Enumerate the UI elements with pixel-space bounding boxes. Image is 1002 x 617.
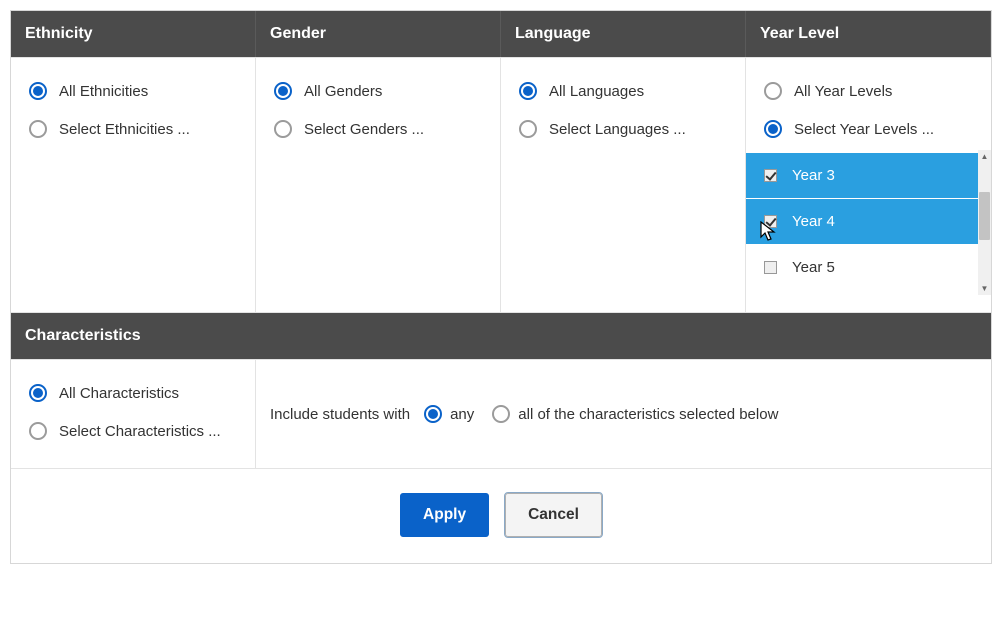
option-label: Year 4 — [792, 213, 835, 230]
language-select-radio[interactable]: Select Languages ... — [511, 112, 735, 146]
option-label: Year 3 — [792, 167, 835, 184]
characteristics-select-radio[interactable]: Select Characteristics ... — [21, 414, 245, 448]
radio-label: Select Genders ... — [304, 121, 424, 138]
characteristics-left: All Characteristics Select Characteristi… — [11, 360, 256, 468]
year-level-list-wrapper: Year 3 Year 4 Year 5 ▲ — [756, 150, 981, 295]
year-level-all-radio[interactable]: All Year Levels — [756, 74, 981, 108]
radio-icon — [29, 82, 47, 100]
ethnicity-header: Ethnicity — [11, 11, 256, 57]
language-body: All Languages Select Languages ... — [501, 57, 746, 312]
radio-label: All Ethnicities — [59, 83, 148, 100]
year-level-header: Year Level — [746, 11, 991, 57]
gender-all-radio[interactable]: All Genders — [266, 74, 490, 108]
radio-icon — [424, 405, 442, 423]
dialog-footer: Apply Cancel — [11, 468, 991, 563]
radio-label: All Languages — [549, 83, 644, 100]
radio-icon — [764, 120, 782, 138]
year-level-scrollbar[interactable]: ▲ ▼ — [978, 150, 991, 295]
radio-label: All Year Levels — [794, 83, 892, 100]
radio-label: any — [450, 406, 474, 423]
characteristics-header: Characteristics — [11, 313, 991, 359]
scroll-up-icon[interactable]: ▲ — [978, 150, 991, 163]
year-level-body: All Year Levels Select Year Levels ... Y… — [746, 57, 991, 312]
radio-icon — [29, 384, 47, 402]
year-level-option[interactable]: Year 3 — [746, 153, 991, 199]
filter-columns: Ethnicity Gender Language Year Level All… — [11, 11, 991, 312]
year-level-list[interactable]: Year 3 Year 4 Year 5 — [746, 150, 991, 295]
filter-dialog: Ethnicity Gender Language Year Level All… — [10, 10, 992, 564]
radio-label: All Characteristics — [59, 385, 179, 402]
checkbox-icon[interactable] — [764, 261, 777, 274]
include-mode-any[interactable]: any — [424, 405, 474, 423]
characteristics-body: All Characteristics Select Characteristi… — [11, 359, 991, 468]
include-label: Include students with — [270, 406, 410, 423]
gender-body: All Genders Select Genders ... — [256, 57, 501, 312]
characteristics-right: Include students with any all of the cha… — [256, 360, 991, 468]
radio-label: Select Ethnicities ... — [59, 121, 190, 138]
radio-label: All Genders — [304, 83, 382, 100]
scroll-thumb[interactable] — [979, 192, 990, 240]
radio-icon — [274, 120, 292, 138]
year-level-select-radio[interactable]: Select Year Levels ... — [756, 112, 981, 146]
radio-icon — [764, 82, 782, 100]
language-header: Language — [501, 11, 746, 57]
checkbox-icon[interactable] — [764, 215, 777, 228]
apply-button[interactable]: Apply — [400, 493, 489, 537]
radio-label: Select Languages ... — [549, 121, 686, 138]
year-level-option[interactable]: Year 5 — [746, 245, 991, 291]
include-mode-all[interactable]: all of the characteristics selected belo… — [492, 405, 778, 423]
scroll-down-icon[interactable]: ▼ — [978, 282, 991, 295]
characteristics-all-radio[interactable]: All Characteristics — [21, 376, 245, 410]
year-level-option[interactable]: Year 4 — [746, 199, 991, 245]
radio-icon — [29, 422, 47, 440]
radio-icon — [519, 82, 537, 100]
option-label: Year 5 — [792, 259, 835, 276]
gender-header: Gender — [256, 11, 501, 57]
gender-select-radio[interactable]: Select Genders ... — [266, 112, 490, 146]
radio-icon — [492, 405, 510, 423]
radio-label: Select Year Levels ... — [794, 121, 934, 138]
characteristics-section: Characteristics All Characteristics Sele… — [11, 312, 991, 468]
ethnicity-body: All Ethnicities Select Ethnicities ... — [11, 57, 256, 312]
ethnicity-all-radio[interactable]: All Ethnicities — [21, 74, 245, 108]
radio-label: all of the characteristics selected belo… — [518, 406, 778, 423]
language-all-radio[interactable]: All Languages — [511, 74, 735, 108]
radio-icon — [274, 82, 292, 100]
radio-icon — [29, 120, 47, 138]
radio-label: Select Characteristics ... — [59, 423, 221, 440]
ethnicity-select-radio[interactable]: Select Ethnicities ... — [21, 112, 245, 146]
radio-icon — [519, 120, 537, 138]
checkbox-icon[interactable] — [764, 169, 777, 182]
cancel-button[interactable]: Cancel — [505, 493, 602, 537]
